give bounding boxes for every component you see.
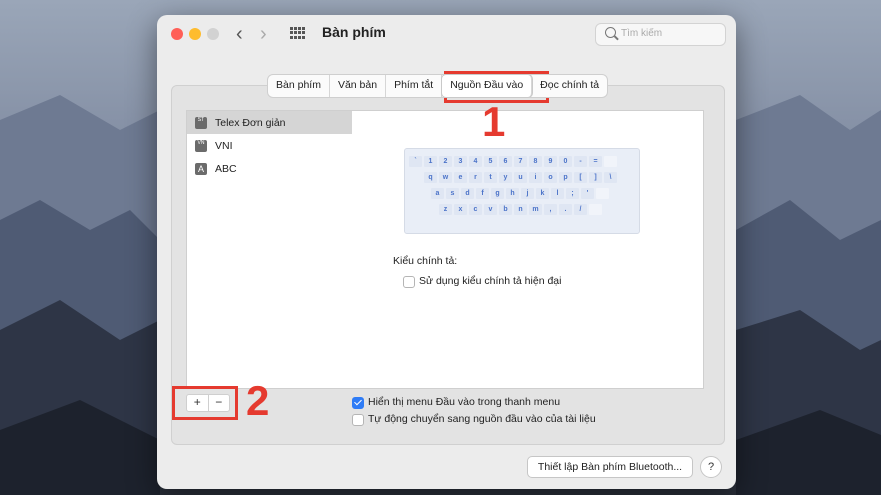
show-all-grid-icon[interactable] — [290, 27, 306, 39]
help-button[interactable]: ? — [700, 456, 722, 478]
tab-keyboard[interactable]: Bàn phím — [268, 75, 330, 97]
keyboard-key: 0 — [559, 156, 572, 167]
tab-bar: Bàn phím Văn bản Phím tắt Nguồn Đầu vào … — [267, 74, 609, 98]
tab-shortcuts[interactable]: Phím tắt — [386, 75, 443, 97]
tab-input-sources[interactable]: Nguồn Đầu vào — [442, 75, 533, 97]
keyboard-key: g — [491, 188, 504, 199]
keyboard-key: 6 — [499, 156, 512, 167]
keyboard-key: - — [574, 156, 587, 167]
keyboard-key: v — [484, 204, 497, 215]
keyboard-key: 8 — [529, 156, 542, 167]
window-title: Bàn phím — [322, 24, 386, 40]
keyboard-key: i — [529, 172, 542, 183]
search-placeholder: Tìm kiếm — [621, 28, 663, 39]
keyboard-key: ; — [566, 188, 579, 199]
keyboard-key — [596, 188, 609, 199]
list-item-telex[interactable]: ST Telex Đơn giản — [187, 111, 352, 134]
list-item-label: ABC — [215, 162, 237, 175]
keyboard-key: / — [574, 204, 587, 215]
keyboard-key: s — [446, 188, 459, 199]
keyboard-key: l — [551, 188, 564, 199]
keyboard-key: , — [544, 204, 557, 215]
auto-switch-checkbox[interactable] — [352, 414, 364, 426]
vi-st-icon: ST — [195, 116, 207, 129]
tab-text[interactable]: Văn bản — [330, 75, 387, 97]
keyboard-key: q — [424, 172, 437, 183]
forward-button[interactable]: › — [260, 22, 267, 46]
keyboard-key: w — [439, 172, 452, 183]
keyboard-row: z x c v b n m,. / — [439, 204, 604, 215]
list-item-label: VNI — [215, 139, 233, 152]
keyboard-key: t — [484, 172, 497, 183]
keyboard-key: 9 — [544, 156, 557, 167]
search-icon — [605, 27, 616, 38]
search-field[interactable]: Tìm kiếm — [595, 23, 726, 46]
keyboard-key: e — [454, 172, 467, 183]
list-item-label: Telex Đơn giản — [215, 116, 286, 129]
keyboard-key: x — [454, 204, 467, 215]
show-input-menu-checkbox[interactable] — [352, 397, 364, 409]
keyboard-key: h — [506, 188, 519, 199]
list-item-vni[interactable]: VN VNI — [187, 134, 352, 157]
keyboard-key: k — [536, 188, 549, 199]
keyboard-row: q w e r t y u i o p[] \ — [424, 172, 619, 183]
keyboard-key: j — [521, 188, 534, 199]
zoom-button[interactable] — [207, 28, 219, 40]
close-button[interactable] — [171, 28, 183, 40]
auto-switch-label: Tự động chuyển sang nguồn đầu vào của tà… — [368, 413, 596, 425]
keyboard-key: d — [461, 188, 474, 199]
keyboard-key: [ — [574, 172, 587, 183]
title-bar: ‹ › Bàn phím Tìm kiếm — [157, 15, 736, 55]
keyboard-key: m — [529, 204, 542, 215]
annotation-number-1: 1 — [482, 98, 506, 145]
keyboard-key: = — [589, 156, 602, 167]
keyboard-key: . — [559, 204, 572, 215]
list-item-abc[interactable]: A ABC — [187, 157, 352, 180]
keyboard-key: n — [514, 204, 527, 215]
keyboard-key: o — [544, 172, 557, 183]
keyboard-key — [589, 204, 602, 215]
input-source-list: ST Telex Đơn giản VN VNI A ABC — [186, 110, 352, 389]
keyboard-row: ` 1 2 3 4 5 6 7 8 9 0- = — [409, 156, 619, 167]
keyboard-key: ` — [409, 156, 422, 167]
keyboard-key — [604, 156, 617, 167]
keyboard-key: p — [559, 172, 572, 183]
spelling-style-label: Kiểu chính tả: — [393, 255, 458, 267]
minimize-button[interactable] — [189, 28, 201, 40]
keyboard-key: 1 — [424, 156, 437, 167]
vi-vn-icon: VN — [195, 139, 207, 152]
modern-spelling-checkbox[interactable] — [403, 276, 415, 288]
annotation-number-2: 2 — [246, 377, 270, 424]
highlight-box-add-remove — [172, 386, 238, 420]
keyboard-key: r — [469, 172, 482, 183]
keyboard-key: 4 — [469, 156, 482, 167]
keyboard-layout-preview: ` 1 2 3 4 5 6 7 8 9 0- = q w e r t y u i o p[] \ a s d f g h j k l; ' … — [404, 148, 640, 234]
keyboard-key: ] — [589, 172, 602, 183]
keyboard-key: \ — [604, 172, 617, 183]
show-input-menu-label: Hiển thị menu Đầu vào trong thanh menu — [368, 396, 561, 408]
keyboard-key: a — [431, 188, 444, 199]
keyboard-key: b — [499, 204, 512, 215]
keyboard-preferences-window: ‹ › Bàn phím Tìm kiếm Bàn phím Văn bản P… — [157, 15, 736, 489]
tab-dictation[interactable]: Đọc chính tả — [532, 75, 607, 97]
abc-icon: A — [195, 162, 207, 175]
keyboard-key: f — [476, 188, 489, 199]
keyboard-key: 7 — [514, 156, 527, 167]
modern-spelling-label: Sử dụng kiểu chính tả hiện đại — [419, 275, 562, 287]
keyboard-key: u — [514, 172, 527, 183]
keyboard-key: y — [499, 172, 512, 183]
back-button[interactable]: ‹ — [236, 22, 243, 46]
keyboard-key: 5 — [484, 156, 497, 167]
keyboard-key: c — [469, 204, 482, 215]
bluetooth-keyboard-setup-button[interactable]: Thiết lập Bàn phím Bluetooth... — [527, 456, 693, 478]
keyboard-key: z — [439, 204, 452, 215]
keyboard-key: ' — [581, 188, 594, 199]
keyboard-key: 3 — [454, 156, 467, 167]
keyboard-key: 2 — [439, 156, 452, 167]
keyboard-row: a s d f g h j k l; ' — [431, 188, 611, 199]
